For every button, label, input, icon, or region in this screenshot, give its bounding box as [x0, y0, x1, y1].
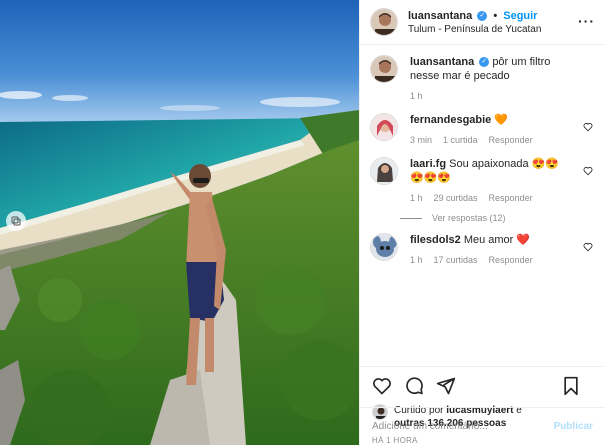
comment-time[interactable]: 1 h	[410, 253, 423, 267]
comment-row: filesdols2 Meu amor ❤️ 1 h 17 curtidas R…	[370, 233, 595, 267]
comment-row: fernandesgabie 🧡 3 min 1 curtida Respond…	[370, 113, 595, 147]
comment-emoji: 🧡	[494, 114, 509, 126]
author-username[interactable]: luansantana	[408, 10, 472, 22]
post-side-panel: luansantana ✓ • Seguir Tulum - Península…	[359, 0, 605, 445]
caption-row: luansantana ✓ pôr um filtro nesse mar é …	[370, 55, 595, 103]
caption-time[interactable]: 1 h	[410, 89, 423, 103]
comment-bubble-icon[interactable]	[404, 376, 424, 396]
carousel-icon	[11, 216, 21, 226]
previous-photo-button[interactable]	[6, 211, 26, 231]
commenter-avatar[interactable]	[370, 233, 398, 261]
publish-button[interactable]: Publicar	[554, 421, 593, 432]
comment-text: Sou apaixonada	[449, 158, 529, 170]
comment-time[interactable]: 3 min	[410, 133, 432, 147]
separator-dot: •	[493, 9, 498, 22]
save-bookmark-icon[interactable]	[561, 376, 581, 396]
author-avatar-image	[371, 9, 397, 35]
caption-avatar[interactable]	[370, 55, 398, 83]
comment-emoji: ❤️	[516, 234, 531, 246]
comment-emoji-line: 😍😍😍	[410, 172, 452, 184]
view-replies-label: Ver respostas (12)	[432, 213, 506, 223]
caption-meta: 1 h	[410, 89, 579, 103]
add-comment-bar: Publicar	[360, 407, 605, 445]
follow-button[interactable]: Seguir	[503, 10, 537, 22]
post-location[interactable]: Tulum - Península de Yucatan	[408, 24, 541, 35]
comment-username[interactable]: laari.fg	[410, 158, 446, 170]
comment-emoji: 😍😍	[531, 158, 560, 170]
comment-input[interactable]	[372, 421, 554, 432]
caption-body: luansantana ✓ pôr um filtro nesse mar é …	[410, 55, 595, 103]
header-info: luansantana ✓ • Seguir Tulum - Península…	[408, 10, 541, 35]
comment-meta: 1 h 29 curtidas Responder	[410, 191, 579, 205]
comment-time[interactable]: 1 h	[410, 191, 423, 205]
comment-body: filesdols2 Meu amor ❤️ 1 h 17 curtidas R…	[410, 233, 595, 267]
comment-likes[interactable]: 29 curtidas	[434, 191, 478, 205]
post-header: luansantana ✓ • Seguir Tulum - Península…	[360, 0, 605, 45]
comment-meta: 1 h 17 curtidas Responder	[410, 253, 579, 267]
comment-username[interactable]: filesdols2	[410, 234, 461, 246]
caption-avatar-image	[371, 56, 397, 82]
comments-list: luansantana ✓ pôr um filtro nesse mar é …	[360, 45, 605, 366]
instagram-post: luansantana ✓ • Seguir Tulum - Península…	[0, 0, 605, 445]
like-comment-heart-icon[interactable]	[583, 166, 593, 176]
commenter-avatar-image	[371, 158, 397, 184]
caption-username[interactable]: luansantana	[410, 56, 474, 68]
verified-badge-icon: ✓	[479, 57, 490, 68]
like-comment-heart-icon[interactable]	[583, 242, 593, 252]
comment-meta: 3 min 1 curtida Responder	[410, 133, 579, 147]
like-comment-heart-icon[interactable]	[583, 122, 593, 132]
comment-body: laari.fg Sou apaixonada 😍😍 😍😍😍 1 h 29 cu…	[410, 157, 595, 205]
comment-text: Meu amor	[463, 234, 514, 246]
commenter-avatar[interactable]	[370, 113, 398, 141]
beach-photo	[0, 0, 359, 445]
post-photo[interactable]	[0, 0, 359, 445]
comment-likes[interactable]: 17 curtidas	[434, 253, 478, 267]
commenter-avatar-image	[371, 234, 397, 260]
comment-body: fernandesgabie 🧡 3 min 1 curtida Respond…	[410, 113, 595, 147]
reply-button[interactable]: Responder	[489, 133, 533, 147]
commenter-avatar-image	[371, 114, 397, 140]
view-replies[interactable]: Ver respostas (12)	[400, 213, 595, 223]
like-heart-icon[interactable]	[372, 376, 392, 396]
view-replies-line	[400, 217, 422, 219]
comment-row: laari.fg Sou apaixonada 😍😍 😍😍😍 1 h 29 cu…	[370, 157, 595, 205]
comment-likes[interactable]: 1 curtida	[443, 133, 478, 147]
author-avatar[interactable]	[370, 8, 398, 36]
comment-username[interactable]: fernandesgabie	[410, 114, 491, 126]
reply-button[interactable]: Responder	[489, 253, 533, 267]
share-send-icon[interactable]	[436, 376, 456, 396]
reply-button[interactable]: Responder	[489, 191, 533, 205]
commenter-avatar[interactable]	[370, 157, 398, 185]
verified-badge-icon: ✓	[477, 10, 488, 21]
post-actions	[360, 366, 605, 404]
more-options-icon[interactable]: ···	[578, 13, 595, 29]
